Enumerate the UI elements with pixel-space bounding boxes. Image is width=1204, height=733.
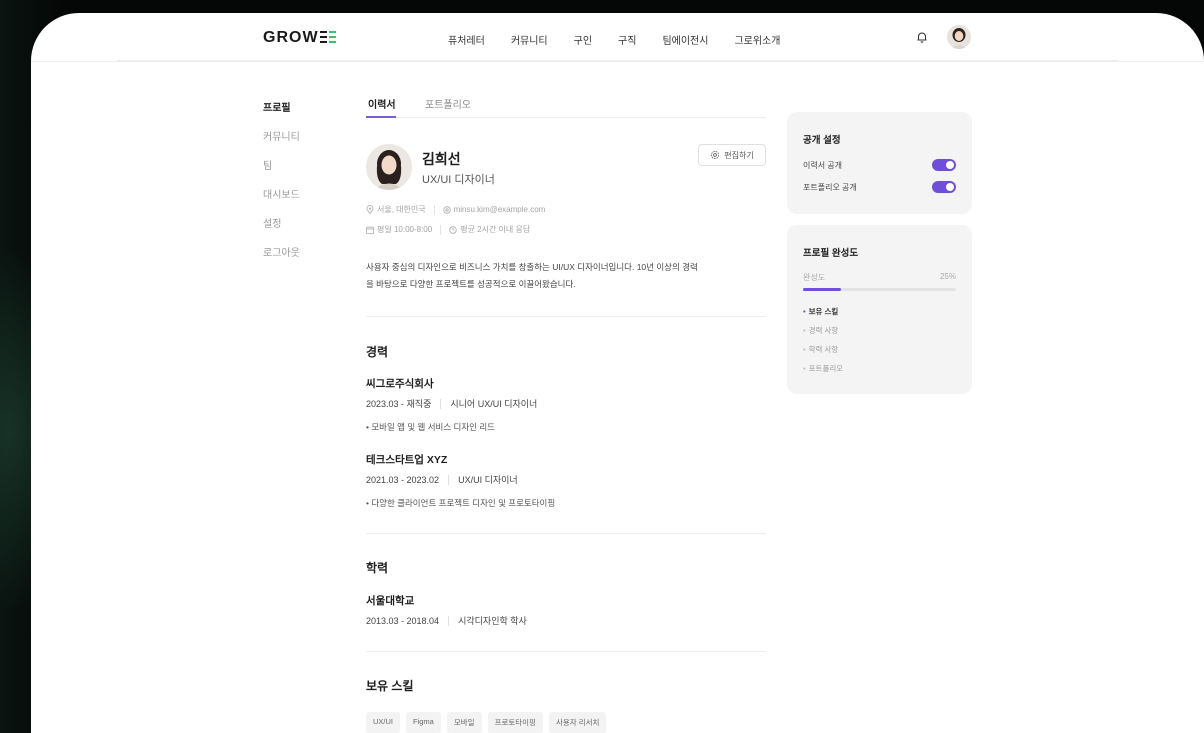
career-description: • 다양한 클라이언트 프로젝트 디자인 및 프로토타이핑 (366, 498, 556, 508)
bio-line: 사용자 중심의 디자인으로 비즈니스 가치를 창출하는 UI/UX 디자이너입니… (366, 262, 698, 272)
sidebar-item-settings[interactable]: 설정 (263, 215, 300, 244)
sidebar-item-logout[interactable]: 로그아웃 (263, 244, 300, 273)
main-nav: 퓨처레터 커뮤니티 구인 구직 팀에이전시 그로위소개 (448, 32, 806, 47)
resume-visibility-toggle[interactable] (932, 159, 956, 171)
completion-progress-bar (803, 288, 956, 291)
profile-role: UX/UI 디자이너 (422, 174, 495, 186)
education-period-row: 2013.03 - 2018.04 시각디자인학 학사 (366, 614, 527, 627)
gear-icon (711, 150, 720, 160)
email-icon (442, 205, 451, 214)
skills-list: UX/UI Figma 모바일 프로토타이핑 사용자 리서치 (366, 712, 607, 733)
completion-label: 완성도 (803, 273, 826, 282)
divider (366, 316, 766, 317)
growee-logo[interactable]: GROW (263, 29, 338, 47)
logo-text: GROW (263, 29, 319, 46)
calendar-icon (366, 226, 374, 234)
sidebar-item-community[interactable]: 커뮤니티 (263, 128, 300, 157)
active-tab-indicator (366, 116, 396, 118)
divider (366, 533, 766, 534)
profile-bio: 사용자 중심의 디자인으로 비즈니스 가치를 창출하는 UI/UX 디자이너입니… (366, 259, 771, 293)
nav-item-team-agency[interactable]: 팀에이전시 (662, 32, 708, 47)
skill-tag: UX/UI (366, 712, 401, 733)
skill-tag: Figma (406, 712, 441, 733)
resume-visibility-label: 이력서 공개 (803, 161, 843, 170)
profile-location: 서울, 대한민국 (377, 205, 426, 214)
career-period-row: 2021.03 - 2023.02 UX/UI 디자이너 (366, 473, 518, 486)
nav-item-job-search[interactable]: 구직 (618, 32, 636, 47)
checklist-item[interactable]: • 학력 사항 (803, 344, 838, 355)
visibility-settings-card: 공개 설정 이력서 공개 포트폴리오 공개 (787, 112, 972, 214)
tab-resume[interactable]: 이력서 (368, 96, 396, 111)
checklist-item-label: 학력 사항 (808, 345, 839, 354)
profile-tabs: 이력서 포트폴리오 (366, 96, 766, 118)
profile-name: 김희선 (422, 151, 461, 167)
completion-card-title: 프로필 완성도 (803, 248, 859, 259)
divider (366, 651, 766, 652)
career-period: 2023.03 - 재직중 (366, 399, 432, 409)
user-avatar[interactable] (947, 25, 971, 49)
completion-progress-fill (803, 288, 842, 291)
profile-meta-row-1: 서울, 대한민국 minsu.kim@example.com (366, 204, 545, 215)
career-period: 2021.03 - 2023.02 (366, 474, 440, 485)
sidebar-item-dashboard[interactable]: 대시보드 (263, 186, 300, 215)
career-position: UX/UI 디자이너 (458, 475, 518, 485)
checklist-item[interactable]: • 포트폴리오 (803, 363, 843, 374)
nav-item-community[interactable]: 커뮤니티 (511, 32, 548, 47)
skill-tag: 프로토타이핑 (487, 712, 543, 733)
career-company: 테크스타트업 XYZ (366, 454, 448, 466)
education-school: 서울대학교 (366, 595, 415, 607)
education-period: 2013.03 - 2018.04 (366, 615, 440, 626)
nav-item-future-letter[interactable]: 퓨처레터 (448, 32, 485, 47)
skill-tag: 사용자 리서치 (548, 712, 607, 733)
sidebar-item-team[interactable]: 팀 (263, 157, 300, 186)
location-pin-icon (366, 205, 374, 214)
skill-tag: 모바일 (446, 712, 482, 733)
checklist-item-label: 보유 스킬 (808, 307, 839, 316)
bio-line: 을 바탕으로 다양한 프로젝트를 성공적으로 이끌어왔습니다. (366, 279, 576, 289)
career-company: 씨그로주식회사 (366, 378, 434, 390)
portfolio-visibility-label: 포트폴리오 공개 (803, 183, 857, 192)
career-section-title: 경력 (366, 345, 389, 359)
checklist-item-label: 포트폴리오 (808, 364, 844, 373)
education-section-title: 학력 (366, 561, 389, 575)
checklist-item[interactable]: • 경력 사항 (803, 325, 838, 336)
tab-portfolio[interactable]: 포트폴리오 (425, 96, 471, 111)
checklist-item[interactable]: • 보유 스킬 (803, 306, 838, 317)
browser-window: GROW 퓨처레터 커뮤니티 구인 구직 팀에이전시 그로위소개 프로필 커뮤니… (31, 13, 1204, 733)
nav-item-hiring[interactable]: 구인 (574, 32, 592, 47)
education-degree: 시각디자인학 학사 (458, 616, 527, 626)
top-nav-bar: GROW 퓨처레터 커뮤니티 구인 구직 팀에이전시 그로위소개 (31, 13, 1204, 62)
edit-button-label: 편집하기 (724, 150, 754, 160)
sidebar-item-profile[interactable]: 프로필 (263, 99, 300, 128)
profile-photo (366, 144, 412, 190)
profile-hours: 평일 10:00-8:00 (377, 225, 433, 234)
clock-icon (449, 225, 457, 234)
completion-percent: 25% (939, 272, 956, 281)
skills-section-title: 보유 스킬 (366, 679, 414, 693)
side-menu: 프로필 커뮤니티 팀 대시보드 설정 로그아웃 (263, 99, 300, 273)
visibility-card-title: 공개 설정 (803, 135, 841, 146)
bell-icon[interactable] (915, 30, 929, 44)
portfolio-visibility-toggle[interactable] (932, 181, 956, 193)
career-period-row: 2023.03 - 재직중 시니어 UX/UI 디자이너 (366, 397, 537, 410)
career-description: • 모바일 앱 및 웹 서비스 디자인 리드 (366, 422, 495, 432)
profile-meta-row-2: 평일 10:00-8:00 평균 2시간 이내 응답 (366, 224, 530, 235)
profile-email[interactable]: minsu.kim@example.com (454, 205, 546, 214)
career-position: 시니어 UX/UI 디자이너 (450, 399, 538, 409)
checklist-item-label: 경력 사항 (808, 326, 839, 335)
logo-mark (319, 31, 338, 43)
nav-item-about[interactable]: 그로위소개 (734, 32, 780, 47)
profile-response-time: 평균 2시간 이내 응답 (460, 225, 531, 234)
edit-profile-button[interactable]: 편집하기 (698, 144, 766, 166)
profile-completion-card: 프로필 완성도 완성도 25% • 보유 스킬 • 경력 사항 • 학력 사항 • 포트… (787, 225, 972, 394)
